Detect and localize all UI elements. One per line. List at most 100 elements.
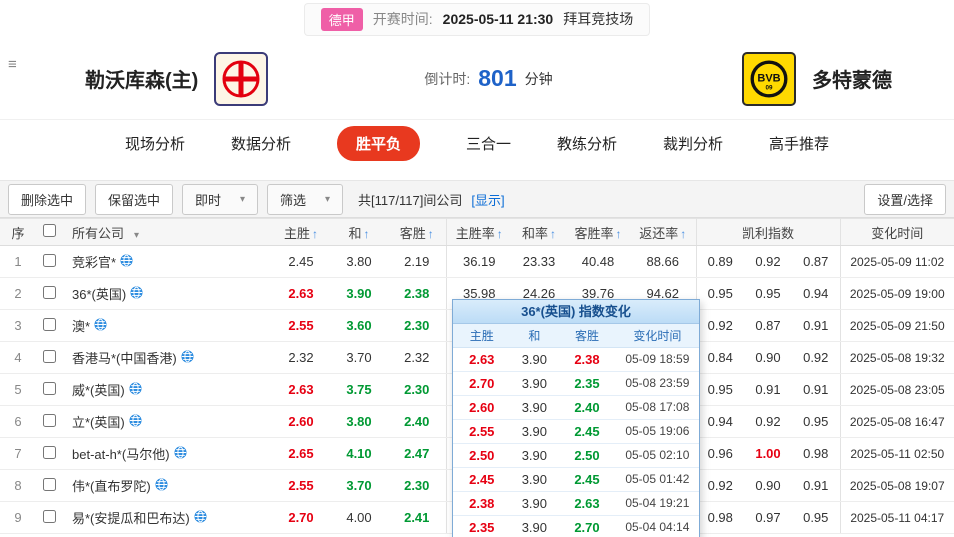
nav-tab-4[interactable]: 教练分析 <box>557 133 617 154</box>
row-checkbox[interactable] <box>42 317 56 331</box>
odds-cell[interactable]: 2.30 <box>388 373 447 406</box>
company-cell[interactable]: 澳* <box>62 309 272 342</box>
away-team-name: 多特蒙德 <box>812 70 893 92</box>
company-column-header[interactable]: 所有公司 ▾ <box>62 218 272 246</box>
odds-cell[interactable]: 2.30 <box>388 309 447 342</box>
odds-cell[interactable]: 4.00 <box>330 501 388 534</box>
company-globe-icon[interactable] <box>129 414 142 427</box>
sort-arrow-icon[interactable]: ↑ <box>364 227 370 241</box>
sort-arrow-icon[interactable]: ↑ <box>616 227 622 241</box>
instant-dropdown[interactable]: 即时 ▾ <box>182 183 259 215</box>
odds-cell[interactable]: 2.38 <box>388 277 447 310</box>
company-globe-icon[interactable] <box>181 350 194 363</box>
odds-cell[interactable]: 3.70 <box>330 469 388 502</box>
sort-arrow-icon[interactable]: ↑ <box>680 227 686 241</box>
nav-tab-1[interactable]: 数据分析 <box>231 133 291 154</box>
odds-cell[interactable]: 2.55 <box>272 309 330 342</box>
odds-cell[interactable]: 2.70 <box>272 501 330 534</box>
keep-selected-button[interactable]: 保留选中 <box>95 183 174 215</box>
menu-icon[interactable]: ≡ <box>8 56 17 73</box>
sort-arrow-icon[interactable]: ↑ <box>312 227 318 241</box>
row-checkbox[interactable] <box>42 413 56 427</box>
odds-cell[interactable]: 3.80 <box>330 245 388 278</box>
kelly-cell: 0.95 <box>792 405 841 438</box>
company-globe-icon[interactable] <box>155 478 168 491</box>
sort-arrow-icon[interactable]: ↑ <box>550 227 556 241</box>
company-globe-icon[interactable] <box>129 382 142 395</box>
kelly-cell: 0.94 <box>792 277 841 310</box>
odds-cell[interactable]: 4.10 <box>330 437 388 470</box>
sort-column-header-odds-2[interactable]: 客胜 ↑ <box>388 218 447 246</box>
company-cell[interactable]: bet-at-h*(马尔他) <box>62 437 272 470</box>
sort-arrow-icon[interactable]: ↑ <box>497 227 503 241</box>
company-globe-icon[interactable] <box>130 286 143 299</box>
company-cell[interactable]: 香港马*(中国香港) <box>62 341 272 374</box>
odds-cell[interactable]: 2.30 <box>388 469 447 502</box>
odds-cell[interactable]: 3.80 <box>330 405 388 438</box>
sort-column-header-rate-2[interactable]: 客胜率 ↑ <box>566 218 630 246</box>
row-checkbox[interactable] <box>42 509 56 523</box>
odds-cell[interactable]: 2.45 <box>272 245 330 278</box>
row-checkbox[interactable] <box>42 285 56 299</box>
select-all-checkbox[interactable] <box>42 224 56 237</box>
odds-cell[interactable]: 3.75 <box>330 373 388 406</box>
odds-cell[interactable]: 2.55 <box>272 469 330 502</box>
sort-column-header-odds-0[interactable]: 主胜 ↑ <box>272 218 330 246</box>
sort-arrow-icon[interactable]: ↑ <box>428 227 434 241</box>
company-filter-caret-icon[interactable]: ▾ <box>134 230 139 241</box>
change-time-cell: 2025-05-11 04:17 <box>840 501 954 534</box>
odds-cell[interactable]: 2.40 <box>388 405 447 438</box>
odds-cell[interactable]: 2.65 <box>272 437 330 470</box>
row-checkbox[interactable] <box>42 349 56 363</box>
row-checkbox[interactable] <box>42 445 56 459</box>
popup-row: 2.70 3.90 2.35 05-08 23:59 <box>453 371 699 396</box>
odds-cell[interactable]: 2.41 <box>388 501 447 534</box>
odds-cell[interactable]: 2.19 <box>388 245 447 278</box>
svg-text:09: 09 <box>766 84 774 91</box>
nav-tab-2[interactable]: 胜平负 <box>336 125 420 161</box>
popup-time-cell: 05-08 17:08 <box>615 395 699 420</box>
odds-cell[interactable]: 3.90 <box>330 277 388 310</box>
league-badge[interactable]: 德甲 <box>320 7 363 31</box>
show-link[interactable]: [显示] <box>471 190 504 209</box>
company-cell[interactable]: 威*(英国) <box>62 373 272 406</box>
nav-tab-0[interactable]: 现场分析 <box>125 133 185 154</box>
odds-cell[interactable]: 3.70 <box>330 341 388 374</box>
odds-cell[interactable]: 2.32 <box>388 341 447 374</box>
company-globe-icon[interactable] <box>94 318 107 331</box>
company-cell[interactable]: 伟*(直布罗陀) <box>62 469 272 502</box>
odds-cell[interactable]: 2.60 <box>272 405 330 438</box>
company-cell[interactable]: 易*(安提瓜和巴布达) <box>62 501 272 534</box>
nav-tab-6[interactable]: 高手推荐 <box>769 133 829 154</box>
filter-dropdown[interactable]: 筛选 ▾ <box>267 183 344 215</box>
sort-column-header-odds-1[interactable]: 和 ↑ <box>330 218 388 246</box>
kelly-cell: 0.91 <box>744 373 792 406</box>
change-time-cell: 2025-05-08 19:32 <box>840 341 954 374</box>
nav-tab-5[interactable]: 裁判分析 <box>663 133 723 154</box>
row-checkbox[interactable] <box>42 477 56 491</box>
company-cell[interactable]: 竞彩官* <box>62 245 272 278</box>
company-globe-icon[interactable] <box>194 510 207 523</box>
odds-cell[interactable]: 2.32 <box>272 341 330 374</box>
odds-cell[interactable]: 2.63 <box>272 373 330 406</box>
row-seq: 9 <box>0 501 36 534</box>
odds-cell[interactable]: 3.60 <box>330 309 388 342</box>
company-cell[interactable]: 36*(英国) <box>62 277 272 310</box>
row-checkbox[interactable] <box>42 381 56 395</box>
company-cell[interactable]: 立*(英国) <box>62 405 272 438</box>
delete-selected-button[interactable]: 删除选中 <box>8 183 87 215</box>
company-globe-icon[interactable] <box>120 254 133 267</box>
nav-tab-3[interactable]: 三合一 <box>466 133 511 154</box>
company-name: 威*(英国) <box>72 383 125 398</box>
toolbar: 删除选中 保留选中 即时 ▾ 筛选 ▾ 共[117/117]间公司 [显示] 设… <box>0 180 954 218</box>
company-globe-icon[interactable] <box>173 446 187 459</box>
odds-cell[interactable]: 2.47 <box>388 437 447 470</box>
popup-title: 36*(英国) 指数变化 <box>453 300 699 324</box>
settings-select-button[interactable]: 设置/选择 <box>864 183 946 215</box>
row-checkbox[interactable] <box>42 253 56 267</box>
sort-column-header-rate-0[interactable]: 主胜率 ↑ <box>446 218 512 246</box>
odds-cell[interactable]: 2.63 <box>272 277 330 310</box>
sort-column-header-rate-1[interactable]: 和率 ↑ <box>512 218 566 246</box>
sort-column-header-rate-3[interactable]: 返还率 ↑ <box>630 218 697 246</box>
time-column-header: 变化时间 <box>840 218 954 246</box>
